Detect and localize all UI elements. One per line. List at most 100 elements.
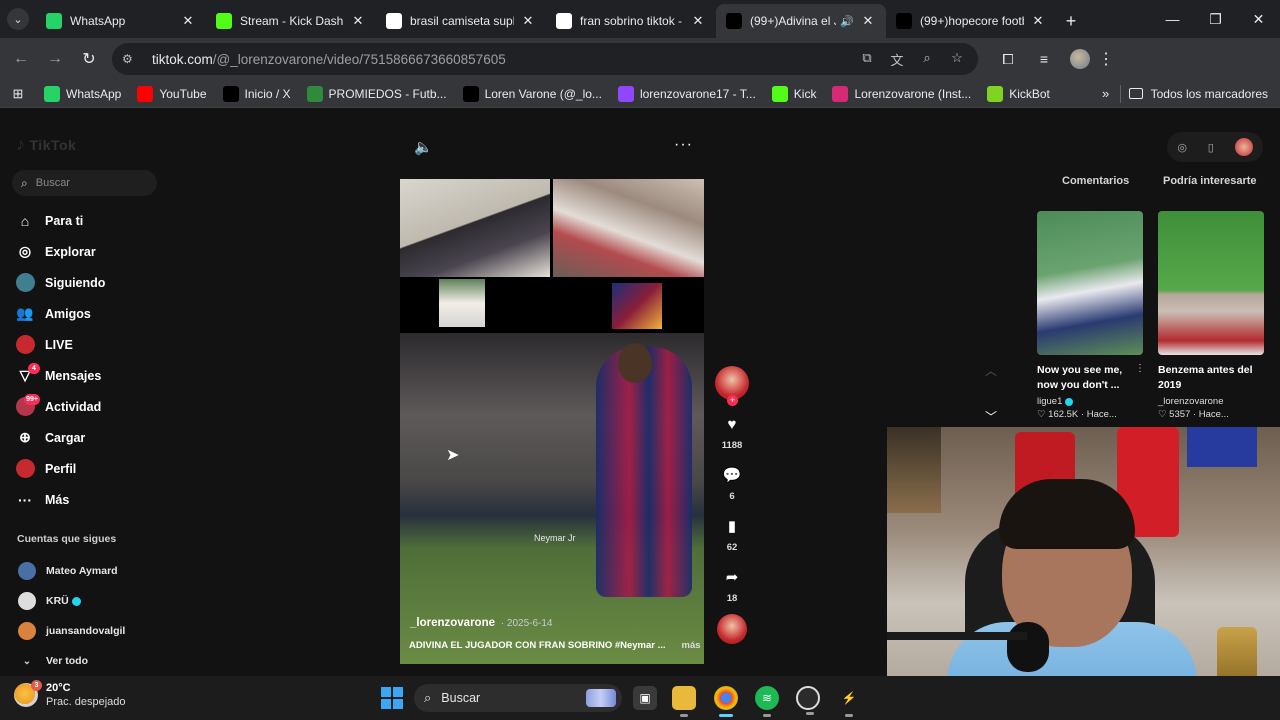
- browser-tab[interactable]: Stream - Kick Dashbo ✕: [206, 4, 376, 38]
- previous-video-icon[interactable]: ︿: [985, 362, 997, 379]
- following-account[interactable]: KRÜ: [18, 586, 125, 616]
- tab-close-button[interactable]: ✕: [180, 13, 196, 29]
- close-window-button[interactable]: ✕: [1237, 0, 1280, 38]
- streamer-hair: [999, 479, 1135, 549]
- install-app-icon[interactable]: ⧉: [852, 50, 882, 69]
- card-more-icon[interactable]: ⋮: [1135, 363, 1145, 374]
- tab-suggestions[interactable]: Podría interesarte: [1163, 175, 1257, 187]
- browser-tab[interactable]: (99+)Adivina el Ju 🔊 ✕: [716, 4, 886, 38]
- save-action[interactable]: ▮ 62: [712, 518, 752, 553]
- apps-grid-icon[interactable]: ⊞: [0, 86, 36, 102]
- search-input[interactable]: ⌕ Buscar: [12, 170, 157, 196]
- see-all-link[interactable]: ⌄ Ver todo: [18, 646, 125, 676]
- like-action[interactable]: ♥ 1188: [712, 416, 752, 451]
- tiktok-logo[interactable]: ♪ TikTok: [16, 134, 76, 155]
- bookmark-item[interactable]: Inicio / X: [215, 80, 299, 108]
- notification-badge: 99+: [24, 393, 40, 405]
- phone-icon[interactable]: ▯: [1208, 141, 1214, 154]
- suggestion-stats: ♡ 5357 · Hace...: [1158, 409, 1229, 420]
- browser-tab[interactable]: (99+)hopecore footb ✕: [886, 4, 1056, 38]
- minimize-button[interactable]: —: [1151, 0, 1194, 38]
- sound-avatar[interactable]: [717, 614, 747, 644]
- all-bookmarks-button[interactable]: Todos los marcadores: [1119, 84, 1280, 103]
- compass-icon[interactable]: ◎: [1177, 141, 1187, 154]
- obs-icon[interactable]: [796, 686, 820, 715]
- volume-icon[interactable]: 🔈: [414, 138, 433, 156]
- profile-avatar[interactable]: [1070, 49, 1090, 69]
- author-name: _lorenzovarone: [410, 617, 495, 629]
- address-bar[interactable]: ⚙ tiktok.com/@_lorenzovarone/video/75158…: [112, 43, 978, 75]
- browser-tab[interactable]: fran sobrino tiktok - ✕: [546, 4, 716, 38]
- bookmark-favicon-icon: [617, 85, 634, 102]
- sidebar-item-following[interactable]: Siguiendo: [14, 267, 105, 298]
- sidebar-item-friends[interactable]: 👥 Amigos: [14, 298, 105, 329]
- sidebar-item-messages[interactable]: ▽ 4 Mensajes: [14, 360, 105, 391]
- stream-app-icon[interactable]: ⚡: [837, 686, 861, 717]
- reload-button[interactable]: ↻: [72, 42, 106, 76]
- forward-button[interactable]: →: [38, 42, 72, 76]
- sidebar-item-more[interactable]: ··· Más: [14, 484, 105, 515]
- verified-icon: [1065, 397, 1074, 406]
- following-account[interactable]: Mateo Aymard: [18, 556, 125, 586]
- spotify-icon[interactable]: ≋: [755, 686, 779, 717]
- zoom-icon[interactable]: ⌕: [912, 50, 942, 69]
- tab-close-button[interactable]: ✕: [350, 13, 366, 29]
- sidebar-item-activity[interactable]: 99+ Actividad: [14, 391, 105, 422]
- creator-avatar[interactable]: +: [715, 366, 749, 406]
- site-info-icon[interactable]: ⚙: [122, 52, 142, 66]
- bookmark-item[interactable]: YouTube: [129, 80, 214, 108]
- tab-close-button[interactable]: ✕: [860, 13, 876, 29]
- new-tab-button[interactable]: +: [1056, 4, 1086, 38]
- sidebar-item-upload[interactable]: ⊕ Cargar: [14, 422, 105, 453]
- next-video-icon[interactable]: ﹀: [985, 408, 997, 425]
- bookmark-item[interactable]: KickBot: [979, 80, 1058, 108]
- weather-widget[interactable]: 3 20°C Prac. despejado: [14, 680, 126, 708]
- bookmark-item[interactable]: lorenzovarone17 - T...: [610, 80, 764, 108]
- bookmark-item[interactable]: Lorenzovarone (Inst...: [824, 80, 979, 108]
- activity-icon: 99+: [14, 393, 40, 416]
- browser-tab[interactable]: brasil camiseta suple ✕: [376, 4, 546, 38]
- tab-close-button[interactable]: ✕: [520, 13, 536, 29]
- tab-title: (99+)Adivina el Ju: [750, 14, 836, 28]
- sidebar-item-profile[interactable]: Perfil: [14, 453, 105, 484]
- translate-icon[interactable]: 文: [882, 50, 912, 69]
- tab-comments[interactable]: Comentarios: [1062, 175, 1129, 187]
- bookmark-item[interactable]: Loren Varone (@_lo...: [455, 80, 610, 108]
- browser-menu-icon[interactable]: ⋮: [1090, 49, 1122, 69]
- bookmark-item[interactable]: Kick: [764, 80, 825, 108]
- bookmark-item[interactable]: PROMIEDOS - Futb...: [299, 80, 455, 108]
- taskbar-search[interactable]: ⌕ Buscar: [414, 684, 622, 712]
- video-author[interactable]: _lorenzovarone · 2025-6-14: [410, 617, 552, 629]
- suggestion-card[interactable]: Now you see me, now you don't ... ligue1…: [1037, 211, 1145, 420]
- bookmark-item[interactable]: WhatsApp: [36, 80, 129, 108]
- see-more-link[interactable]: más: [682, 640, 701, 651]
- sidebar-item-compass[interactable]: ◎ Explorar: [14, 236, 105, 267]
- task-view-icon[interactable]: ▣: [633, 686, 657, 710]
- tab-search-button[interactable]: ⌄: [0, 0, 36, 38]
- back-button[interactable]: ←: [4, 42, 38, 76]
- tab-audio-icon[interactable]: 🔊: [840, 15, 854, 28]
- browser-tab[interactable]: WhatsApp ✕: [36, 4, 206, 38]
- file-explorer-icon[interactable]: [672, 686, 696, 717]
- tab-close-button[interactable]: ✕: [690, 13, 706, 29]
- player-head: [618, 343, 652, 383]
- sidebar-item-label: Siguiendo: [45, 275, 106, 290]
- follow-plus-icon[interactable]: +: [727, 395, 738, 406]
- sidebar-item-live[interactable]: LIVE: [14, 329, 105, 360]
- comment-action[interactable]: 💬 6: [712, 467, 752, 502]
- video-player[interactable]: Neymar Jr ➤ _lorenzovarone · 2025-6-14 A…: [400, 179, 704, 664]
- start-button[interactable]: [381, 687, 403, 709]
- user-avatar[interactable]: [1234, 138, 1253, 156]
- tab-close-button[interactable]: ✕: [1030, 13, 1046, 29]
- maximize-button[interactable]: ❐: [1194, 0, 1237, 38]
- share-action[interactable]: ➦ 18: [712, 569, 752, 604]
- media-control-icon[interactable]: ≡: [1026, 51, 1062, 68]
- video-more-icon[interactable]: ···: [674, 136, 693, 154]
- extensions-icon[interactable]: ⧠: [990, 51, 1026, 68]
- more-bookmarks-icon[interactable]: »: [1092, 86, 1120, 101]
- following-account[interactable]: juansandovalgil: [18, 616, 125, 646]
- chrome-icon[interactable]: [714, 686, 738, 717]
- suggestion-card[interactable]: Benzema antes del 2019 _lorenzovarone ♡ …: [1158, 211, 1264, 420]
- sidebar-item-home[interactable]: ⌂ Para ti: [14, 205, 105, 236]
- bookmark-star-icon[interactable]: ☆: [942, 50, 972, 69]
